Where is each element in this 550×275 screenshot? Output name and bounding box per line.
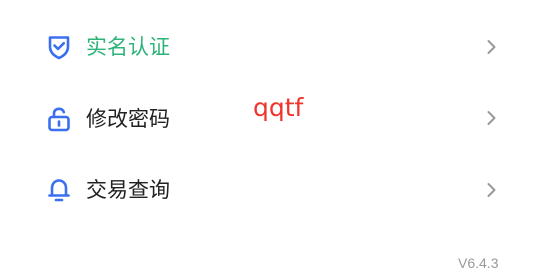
chevron-right-icon xyxy=(486,182,498,198)
chevron-right-icon xyxy=(486,39,498,55)
menu-item-transaction-query[interactable]: 交易查询 xyxy=(0,160,550,220)
menu-item-label: 交易查询 xyxy=(86,178,170,202)
overlay-text: qqtf xyxy=(253,93,304,122)
menu-item-label: 修改密码 xyxy=(86,107,170,131)
lock-icon xyxy=(46,106,72,132)
menu-item-label: 实名认证 xyxy=(86,35,170,59)
menu-item-real-name-verification[interactable]: 实名认证 xyxy=(0,17,550,77)
chevron-right-icon xyxy=(486,110,498,126)
shield-check-icon xyxy=(46,34,72,60)
bell-icon xyxy=(46,177,72,203)
version-label: V6.4.3 xyxy=(458,255,499,271)
